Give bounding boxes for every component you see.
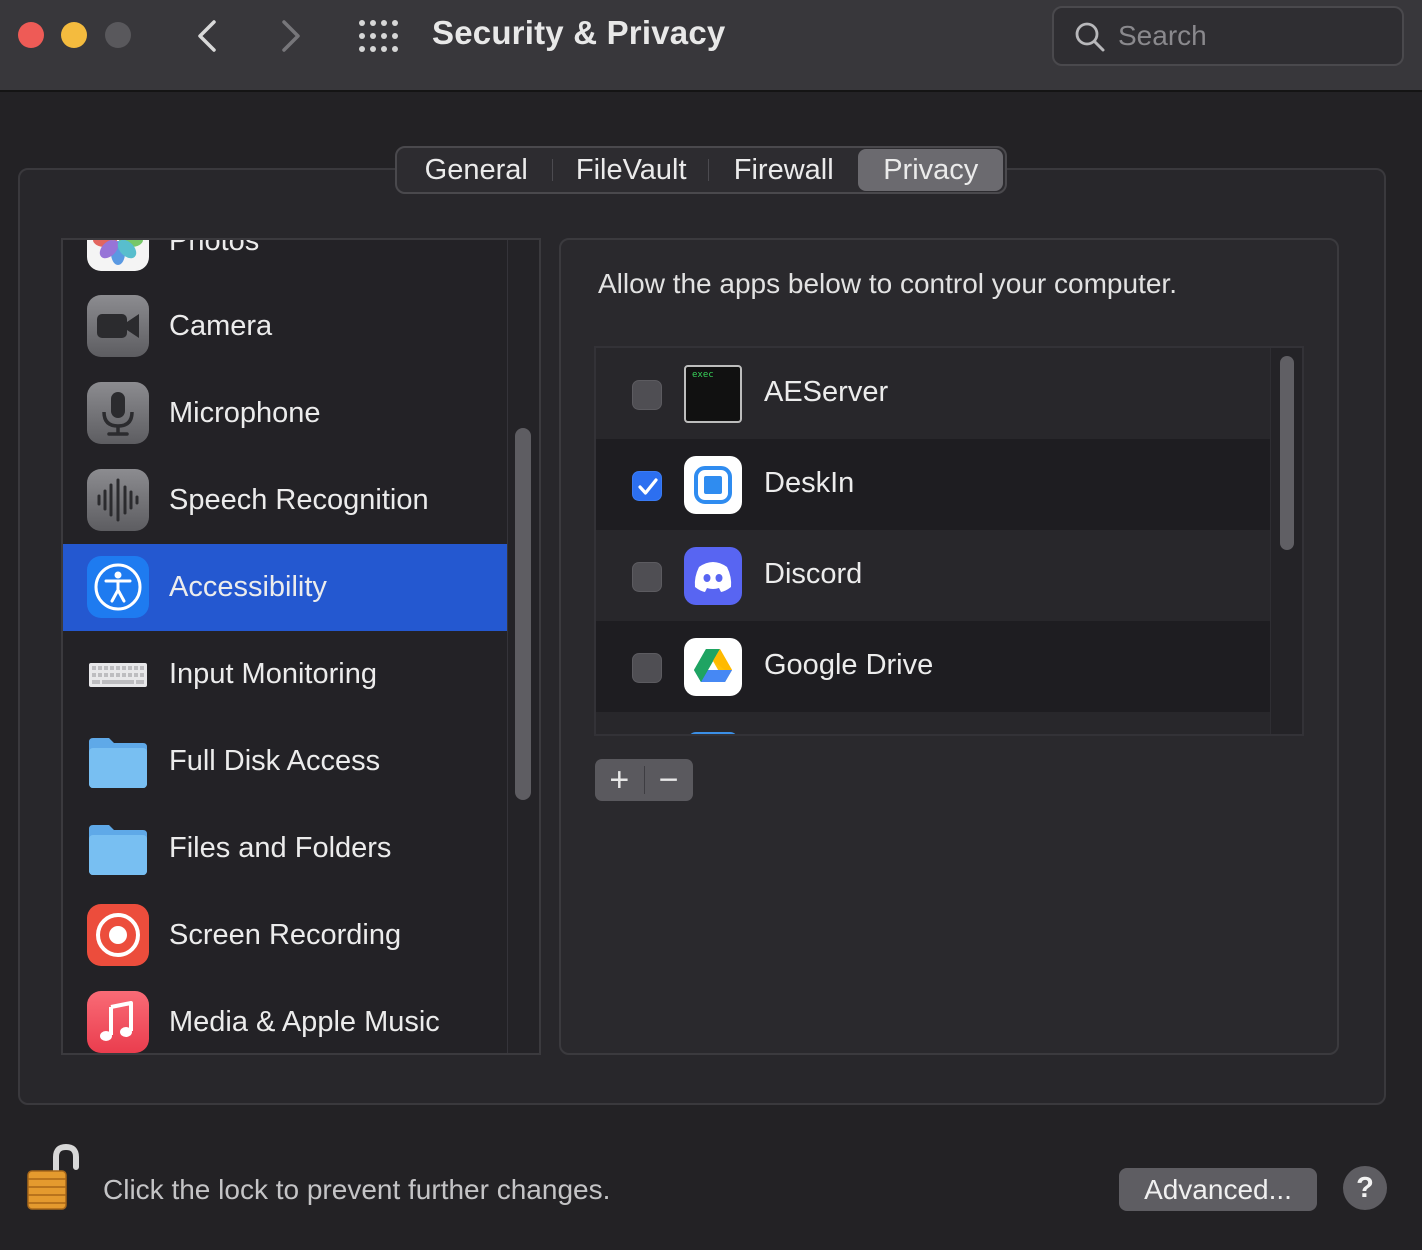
sidebar-item-files-and-folders[interactable]: Files and Folders (63, 805, 507, 892)
sidebar-scrollbar-thumb[interactable] (515, 428, 531, 800)
app-permission-list[interactable]: exec AEServer DeskIn Discord Google Driv… (594, 346, 1304, 736)
close-window-button[interactable] (18, 22, 44, 48)
terminal-exec-icon: exec (684, 365, 742, 423)
sidebar-item-label: Camera (169, 310, 273, 342)
google-drive-checkbox[interactable] (632, 653, 662, 683)
sidebar-item-label: Photos (169, 238, 260, 257)
plus-icon: + (609, 761, 630, 799)
zoom-window-button[interactable] (105, 22, 131, 48)
app-row-aeserver: exec AEServer (596, 348, 1270, 439)
sidebar-item-label: Media & Apple Music (169, 1006, 440, 1038)
chevron-right-icon (282, 20, 300, 52)
folder-icon (87, 817, 149, 879)
app-name: Discord (764, 558, 863, 590)
search-input[interactable] (1118, 16, 1388, 56)
app-row-google-drive: Google Drive (596, 621, 1270, 712)
sidebar-item-screen-recording[interactable]: Screen Recording (63, 892, 507, 979)
sidebar-item-label: Screen Recording (169, 919, 402, 951)
exec-label: exec (692, 370, 714, 380)
window-title: Security & Privacy (432, 14, 726, 51)
deskin-icon (684, 456, 742, 514)
camera-icon (87, 295, 149, 357)
advanced-button[interactable]: Advanced... (1119, 1168, 1317, 1211)
checkmark-icon (638, 478, 658, 495)
unlocked-padlock-icon (27, 1143, 79, 1210)
minus-icon: − (658, 761, 679, 799)
folder-icon (87, 730, 149, 792)
chevron-left-icon (198, 20, 216, 52)
privacy-category-list[interactable]: Photos Camera Microphone Speech Recognit… (61, 238, 541, 1055)
sidebar-item-label: Speech Recognition (169, 484, 429, 516)
grid-icon (359, 20, 398, 52)
screen-recording-icon (87, 904, 149, 966)
sidebar-item-camera[interactable]: Camera (63, 283, 507, 370)
add-app-button[interactable]: + (595, 759, 644, 801)
discord-checkbox[interactable] (632, 562, 662, 592)
photos-icon (87, 240, 149, 271)
app-list-scrollbar-thumb[interactable] (1280, 356, 1294, 550)
app-name: DeskIn (764, 467, 855, 499)
lock-button[interactable] (20, 1143, 84, 1213)
permission-description: Allow the apps below to control your com… (598, 268, 1177, 299)
app-name: Google Drive (764, 649, 934, 681)
partial-app-icon (688, 732, 738, 734)
sidebar-item-media-apple-music[interactable]: Media & Apple Music (63, 979, 507, 1053)
deskin-checkbox[interactable] (632, 471, 662, 501)
tab-general[interactable]: General (399, 149, 554, 191)
forward-button[interactable] (270, 16, 310, 56)
show-all-button[interactable] (358, 18, 400, 54)
sidebar-item-label: Microphone (169, 397, 321, 429)
sidebar-item-microphone[interactable]: Microphone (63, 370, 507, 457)
tab-firewall[interactable]: Firewall (709, 149, 859, 191)
sidebar-item-photos[interactable]: Photos (63, 238, 507, 284)
sidebar-item-accessibility[interactable]: Accessibility (63, 544, 507, 631)
sidebar-item-label: Input Monitoring (169, 658, 377, 690)
sidebar-item-label: Accessibility (169, 571, 327, 603)
lock-status-text: Click the lock to prevent further change… (103, 1174, 611, 1205)
tab-bar: General FileVault Firewall Privacy (395, 146, 1007, 194)
accessibility-icon (87, 556, 149, 618)
remove-app-button[interactable]: − (644, 759, 693, 801)
sidebar-item-label: Full Disk Access (169, 745, 381, 777)
sidebar-item-full-disk-access[interactable]: Full Disk Access (63, 718, 507, 805)
music-icon (87, 991, 149, 1053)
back-button[interactable] (188, 16, 228, 56)
tab-filevault[interactable]: FileVault (553, 149, 710, 191)
app-row-deskin: DeskIn (596, 439, 1270, 530)
minimize-window-button[interactable] (61, 22, 87, 48)
tab-privacy[interactable]: Privacy (858, 149, 1003, 191)
search-field[interactable] (1052, 6, 1404, 66)
sidebar-item-speech-recognition[interactable]: Speech Recognition (63, 457, 507, 544)
app-name: AEServer (764, 376, 889, 408)
microphone-icon (87, 382, 149, 444)
app-row-discord: Discord (596, 530, 1270, 621)
google-drive-icon (684, 638, 742, 696)
search-icon (1075, 22, 1105, 52)
keyboard-icon (87, 643, 149, 705)
title-bar: Security & Privacy (0, 0, 1422, 92)
sidebar-item-label: Files and Folders (169, 832, 392, 864)
speech-recognition-icon (87, 469, 149, 531)
help-button[interactable]: ? (1343, 1166, 1387, 1210)
sidebar-item-input-monitoring[interactable]: Input Monitoring (63, 631, 507, 718)
discord-icon (684, 547, 742, 605)
add-remove-control: + − (595, 759, 693, 801)
aeserver-checkbox[interactable] (632, 380, 662, 410)
